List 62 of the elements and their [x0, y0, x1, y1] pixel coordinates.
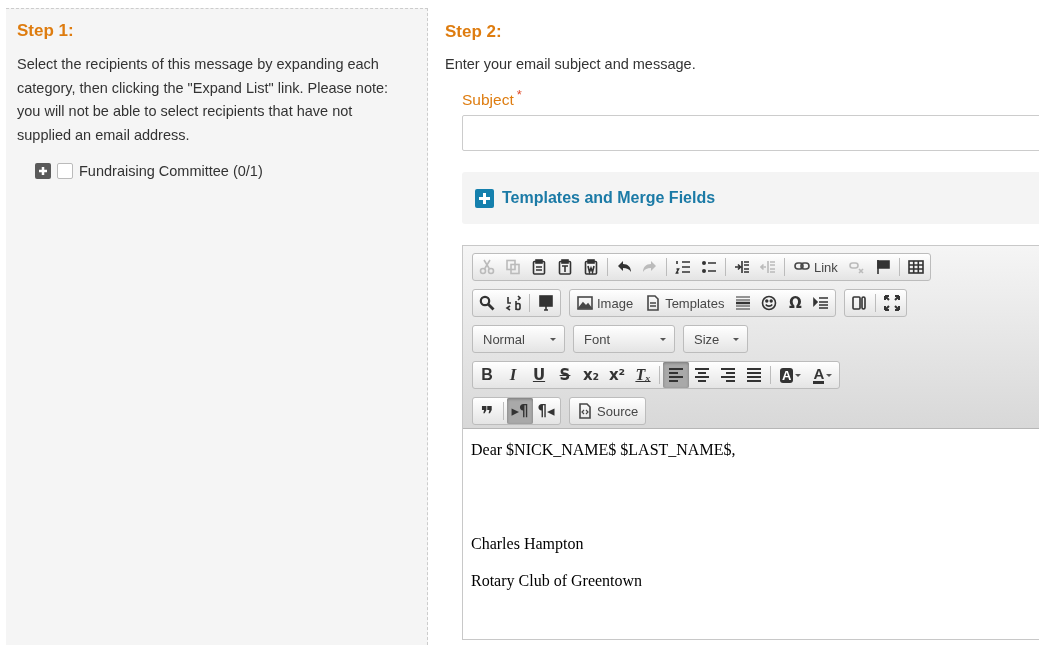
checkbox[interactable]	[57, 163, 73, 179]
expand-icon[interactable]	[475, 188, 494, 208]
search-icon	[479, 295, 495, 312]
right-to-left-button[interactable]: ¶◂	[533, 398, 559, 425]
document-icon	[645, 295, 662, 312]
find-replace-icon	[505, 295, 521, 312]
toolbar-button[interactable]: Source	[571, 398, 645, 425]
omega-icon[interactable]: Ω	[782, 290, 809, 317]
subscript-button[interactable]: x₂	[578, 362, 604, 389]
required-mark: *	[516, 87, 522, 102]
instructions-text: Select the recipients of this message by expanding each category, then clicking the "Expand List" link. Please note: you will not be able to select recipients that have not supplied an email address.	[17, 55, 390, 145]
strikethrough-button[interactable]: S	[552, 362, 578, 389]
underline-button[interactable]: U	[526, 362, 552, 389]
paragraph: Charles Hampton	[471, 535, 585, 554]
blockquote-button[interactable]: ❞	[474, 398, 500, 425]
paragraph: Dear $NICK_NAME$ $LAST_NAME$,	[471, 441, 737, 460]
bold-button[interactable]: B	[474, 362, 500, 389]
unlink-icon	[848, 259, 865, 276]
justify-icon	[746, 367, 762, 384]
indent-icon	[734, 259, 750, 276]
paste-text-icon	[557, 259, 573, 276]
align-left-icon	[668, 367, 684, 384]
cut-icon	[479, 259, 495, 276]
bulleted-list-icon	[701, 259, 717, 276]
background-color-button[interactable]: A	[774, 362, 808, 389]
remove-format-button[interactable]: Tₓ	[630, 362, 656, 389]
page-break-icon	[813, 295, 830, 312]
toolbar-button[interactable]: Link	[788, 254, 844, 281]
step-title: Step 1:	[17, 21, 75, 41]
step-title: Step 2:	[445, 22, 503, 42]
text-color-button[interactable]: A	[807, 362, 839, 389]
align-right-icon	[720, 367, 736, 384]
category-label[interactable]: Fundraising Committee (0/1)	[79, 163, 263, 179]
smiley-icon	[761, 295, 778, 312]
superscript-button[interactable]: x²	[604, 362, 630, 389]
paste-icon	[531, 259, 547, 276]
horizontal-line-icon	[735, 295, 752, 312]
field-label: Subject	[462, 91, 514, 109]
font-dropdown[interactable]: Font	[573, 325, 675, 354]
maximize-icon	[884, 295, 901, 312]
left-to-right-button[interactable]: ▸¶	[507, 398, 533, 425]
image-icon	[577, 295, 593, 312]
copy-icon	[505, 259, 521, 276]
outdent-icon	[760, 259, 776, 276]
toolbar-button[interactable]: Templates	[639, 290, 731, 317]
align-center-icon	[694, 367, 710, 384]
show-blocks-icon	[851, 295, 868, 312]
toolbar-button[interactable]: Image	[571, 290, 640, 317]
align-left-button[interactable]	[663, 362, 689, 389]
instructions-text: Enter your email subject and message.	[445, 56, 697, 72]
subject-field[interactable]	[462, 115, 1039, 152]
paragraph: Rotary Club of Greentown	[471, 572, 644, 591]
numbered-list-icon	[675, 259, 691, 276]
paste-word-icon	[583, 259, 599, 276]
table-icon	[907, 259, 924, 276]
source-icon	[577, 403, 593, 420]
flag-icon	[874, 259, 891, 276]
italic-button[interactable]: I	[500, 362, 526, 389]
paragraph-format-dropdown[interactable]: Normal	[472, 325, 565, 354]
expand-icon[interactable]	[35, 163, 51, 179]
font-size-dropdown[interactable]: Size	[683, 325, 748, 354]
templates-link[interactable]: Templates and Merge Fields	[502, 189, 716, 208]
